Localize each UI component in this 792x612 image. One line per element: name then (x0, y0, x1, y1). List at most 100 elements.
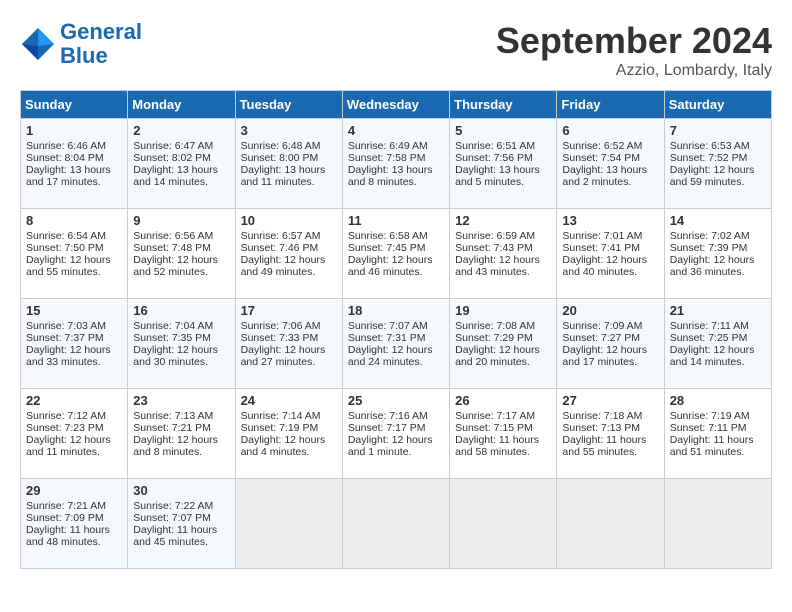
sunset-text: Sunset: 7:07 PM (133, 512, 211, 524)
day-number: 13 (562, 213, 658, 228)
sunrise-text: Sunrise: 7:07 AM (348, 320, 428, 332)
day-number: 22 (26, 393, 122, 408)
day-number: 7 (670, 123, 766, 138)
col-tuesday: Tuesday (235, 91, 342, 119)
calendar-cell: 21Sunrise: 7:11 AMSunset: 7:25 PMDayligh… (664, 299, 771, 389)
sunrise-text: Sunrise: 6:57 AM (241, 230, 321, 242)
calendar-cell: 7Sunrise: 6:53 AMSunset: 7:52 PMDaylight… (664, 119, 771, 209)
calendar-header-row: Sunday Monday Tuesday Wednesday Thursday… (21, 91, 772, 119)
daylight-text: Daylight: 11 hours and 45 minutes. (133, 524, 217, 548)
title-block: September 2024 Azzio, Lombardy, Italy (496, 20, 772, 80)
daylight-text: Daylight: 12 hours and 1 minute. (348, 434, 433, 458)
sunset-text: Sunset: 7:56 PM (455, 152, 533, 164)
sunrise-text: Sunrise: 7:12 AM (26, 410, 106, 422)
day-number: 4 (348, 123, 444, 138)
sunset-text: Sunset: 7:19 PM (241, 422, 319, 434)
day-number: 26 (455, 393, 551, 408)
calendar-cell (557, 479, 664, 569)
sunrise-text: Sunrise: 6:56 AM (133, 230, 213, 242)
day-number: 21 (670, 303, 766, 318)
sunset-text: Sunset: 7:09 PM (26, 512, 104, 524)
calendar-cell: 28Sunrise: 7:19 AMSunset: 7:11 PMDayligh… (664, 389, 771, 479)
calendar-cell: 25Sunrise: 7:16 AMSunset: 7:17 PMDayligh… (342, 389, 449, 479)
sunset-text: Sunset: 7:54 PM (562, 152, 640, 164)
sunset-text: Sunset: 7:33 PM (241, 332, 319, 344)
daylight-text: Daylight: 12 hours and 59 minutes. (670, 164, 755, 188)
sunrise-text: Sunrise: 7:11 AM (670, 320, 749, 332)
logo-icon (20, 26, 56, 62)
sunrise-text: Sunrise: 7:14 AM (241, 410, 321, 422)
calendar-cell (235, 479, 342, 569)
sunrise-text: Sunrise: 6:51 AM (455, 140, 535, 152)
calendar-cell: 15Sunrise: 7:03 AMSunset: 7:37 PMDayligh… (21, 299, 128, 389)
calendar-cell: 4Sunrise: 6:49 AMSunset: 7:58 PMDaylight… (342, 119, 449, 209)
logo-general: General (60, 19, 142, 44)
calendar-cell: 10Sunrise: 6:57 AMSunset: 7:46 PMDayligh… (235, 209, 342, 299)
sunrise-text: Sunrise: 7:04 AM (133, 320, 213, 332)
sunset-text: Sunset: 7:41 PM (562, 242, 640, 254)
calendar-cell: 29Sunrise: 7:21 AMSunset: 7:09 PMDayligh… (21, 479, 128, 569)
daylight-text: Daylight: 12 hours and 30 minutes. (133, 344, 218, 368)
calendar-cell: 18Sunrise: 7:07 AMSunset: 7:31 PMDayligh… (342, 299, 449, 389)
daylight-text: Daylight: 11 hours and 48 minutes. (26, 524, 110, 548)
sunset-text: Sunset: 7:29 PM (455, 332, 533, 344)
sunset-text: Sunset: 7:43 PM (455, 242, 533, 254)
daylight-text: Daylight: 12 hours and 27 minutes. (241, 344, 326, 368)
calendar-cell: 16Sunrise: 7:04 AMSunset: 7:35 PMDayligh… (128, 299, 235, 389)
daylight-text: Daylight: 12 hours and 33 minutes. (26, 344, 111, 368)
day-number: 27 (562, 393, 658, 408)
sunset-text: Sunset: 7:39 PM (670, 242, 748, 254)
daylight-text: Daylight: 13 hours and 8 minutes. (348, 164, 433, 188)
calendar-cell: 1Sunrise: 6:46 AMSunset: 8:04 PMDaylight… (21, 119, 128, 209)
sunrise-text: Sunrise: 7:06 AM (241, 320, 321, 332)
day-number: 2 (133, 123, 229, 138)
day-number: 9 (133, 213, 229, 228)
col-thursday: Thursday (450, 91, 557, 119)
sunrise-text: Sunrise: 7:03 AM (26, 320, 106, 332)
calendar-cell: 23Sunrise: 7:13 AMSunset: 7:21 PMDayligh… (128, 389, 235, 479)
sunrise-text: Sunrise: 7:17 AM (455, 410, 535, 422)
day-number: 11 (348, 213, 444, 228)
daylight-text: Daylight: 12 hours and 17 minutes. (562, 344, 647, 368)
calendar-cell: 20Sunrise: 7:09 AMSunset: 7:27 PMDayligh… (557, 299, 664, 389)
daylight-text: Daylight: 12 hours and 40 minutes. (562, 254, 647, 278)
calendar-week-row: 22Sunrise: 7:12 AMSunset: 7:23 PMDayligh… (21, 389, 772, 479)
sunrise-text: Sunrise: 6:54 AM (26, 230, 106, 242)
day-number: 10 (241, 213, 337, 228)
daylight-text: Daylight: 13 hours and 5 minutes. (455, 164, 540, 188)
sunrise-text: Sunrise: 6:47 AM (133, 140, 213, 152)
daylight-text: Daylight: 12 hours and 46 minutes. (348, 254, 433, 278)
day-number: 24 (241, 393, 337, 408)
day-number: 6 (562, 123, 658, 138)
sunrise-text: Sunrise: 7:09 AM (562, 320, 642, 332)
calendar-week-row: 29Sunrise: 7:21 AMSunset: 7:09 PMDayligh… (21, 479, 772, 569)
daylight-text: Daylight: 13 hours and 2 minutes. (562, 164, 647, 188)
daylight-text: Daylight: 12 hours and 4 minutes. (241, 434, 326, 458)
calendar-cell: 8Sunrise: 6:54 AMSunset: 7:50 PMDaylight… (21, 209, 128, 299)
day-number: 19 (455, 303, 551, 318)
day-number: 17 (241, 303, 337, 318)
daylight-text: Daylight: 12 hours and 55 minutes. (26, 254, 111, 278)
logo: General Blue (20, 20, 142, 68)
logo-blue: Blue (60, 43, 108, 68)
calendar-cell (664, 479, 771, 569)
calendar-cell: 12Sunrise: 6:59 AMSunset: 7:43 PMDayligh… (450, 209, 557, 299)
sunset-text: Sunset: 7:21 PM (133, 422, 211, 434)
daylight-text: Daylight: 12 hours and 8 minutes. (133, 434, 218, 458)
sunrise-text: Sunrise: 7:02 AM (670, 230, 750, 242)
daylight-text: Daylight: 12 hours and 14 minutes. (670, 344, 755, 368)
sunset-text: Sunset: 8:00 PM (241, 152, 319, 164)
calendar-cell: 11 Sunrise: 6:58 AMSunset: 7:45 PMDayligh… (342, 209, 449, 299)
sunrise-text: Sunrise: 6:58 AM (348, 230, 428, 242)
page-header: General Blue September 2024 Azzio, Lomba… (20, 20, 772, 80)
day-number: 12 (455, 213, 551, 228)
day-number: 25 (348, 393, 444, 408)
daylight-text: Daylight: 12 hours and 11 minutes. (26, 434, 111, 458)
calendar-cell: 26Sunrise: 7:17 AMSunset: 7:15 PMDayligh… (450, 389, 557, 479)
day-number: 8 (26, 213, 122, 228)
month-year-title: September 2024 (496, 20, 772, 62)
sunset-text: Sunset: 7:37 PM (26, 332, 104, 344)
calendar-cell: 30Sunrise: 7:22 AMSunset: 7:07 PMDayligh… (128, 479, 235, 569)
sunset-text: Sunset: 7:13 PM (562, 422, 640, 434)
sunset-text: Sunset: 7:45 PM (348, 242, 426, 254)
